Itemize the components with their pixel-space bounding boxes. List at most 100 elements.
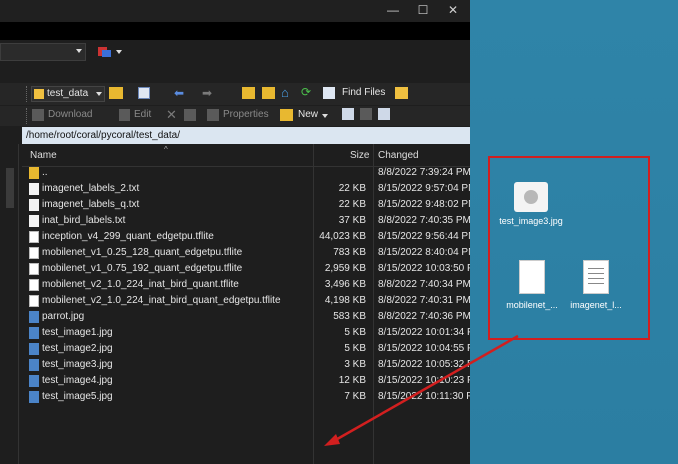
list-item[interactable]: parrot.jpg 583 KB 8/8/2022 7:40:36 PM <box>22 310 470 325</box>
file-size: 2,959 KB <box>324 263 366 274</box>
list-item[interactable]: mobilenet_v1_0.75_192_quant_edgetpu.tfli… <box>22 262 470 277</box>
home-icon[interactable]: ⌂ <box>281 85 289 100</box>
column-header-name[interactable]: Name <box>30 150 57 161</box>
open-folder-icon[interactable] <box>109 87 123 99</box>
rename-icon[interactable] <box>184 109 196 121</box>
filter-select-icon[interactable] <box>378 108 390 120</box>
unselect-icon[interactable] <box>360 108 372 120</box>
file-action-toolbar: Download Edit ✕ Properties New <box>0 106 470 126</box>
file-name: test_image5.jpg <box>42 391 113 402</box>
file-changed: 8/15/2022 9:57:04 PM <box>378 183 470 194</box>
list-item[interactable]: test_image2.jpg 5 KB 8/15/2022 10:04:55 … <box>22 342 470 357</box>
scrollbar-thumb[interactable] <box>6 168 14 208</box>
file-changed: 8/15/2022 8:40:04 PM <box>378 247 470 258</box>
file-name: inception_v4_299_quant_edgetpu.tflite <box>42 231 214 242</box>
filter-icon[interactable] <box>138 87 150 99</box>
chevron-down-icon <box>96 92 102 96</box>
column-header-changed[interactable]: Changed <box>378 150 419 161</box>
file-changed: 8/15/2022 10:04:55 PM <box>378 343 470 354</box>
file-size: 37 KB <box>338 215 366 226</box>
file-size: 5 KB <box>344 327 366 338</box>
toolbar-grip[interactable] <box>26 108 29 124</box>
new-button[interactable]: New <box>298 109 318 120</box>
select-all-icon[interactable] <box>342 108 354 120</box>
find-files-button[interactable]: Find Files <box>342 87 385 98</box>
file-name: inat_bird_labels.txt <box>42 215 126 226</box>
list-item[interactable]: imagenet_labels_2.txt 22 KB 8/15/2022 9:… <box>22 182 470 197</box>
list-item[interactable]: .. 8/8/2022 7:39:24 PM <box>22 166 470 181</box>
file-manager-window: — ☐ ✕ test_data ⬅ ➡ ⌂ ⟳ Find Files Downl… <box>0 0 470 464</box>
sync-browse-icon[interactable] <box>96 43 114 61</box>
title-bar: — ☐ ✕ <box>0 0 470 22</box>
toolbar-grip[interactable] <box>26 86 29 102</box>
properties-icon <box>207 109 219 121</box>
list-item[interactable]: inception_v4_299_quant_edgetpu.tflite 44… <box>22 230 470 245</box>
file-size: 5 KB <box>344 343 366 354</box>
text-file-icon <box>29 199 39 211</box>
file-icon <box>29 263 39 275</box>
file-size: 3,496 KB <box>324 279 366 290</box>
file-changed: 8/15/2022 10:11:30 PM <box>378 391 470 402</box>
file-name: test_image1.jpg <box>42 327 113 338</box>
bookmark-icon[interactable] <box>395 87 408 99</box>
text-file-icon <box>583 260 609 294</box>
file-size: 3 KB <box>344 359 366 370</box>
chevron-down-icon[interactable] <box>322 114 328 118</box>
top-black-area <box>0 22 470 40</box>
delete-icon[interactable]: ✕ <box>166 107 177 123</box>
file-name: .. <box>42 167 48 178</box>
image-thumbnail-icon <box>514 182 548 212</box>
folder-combo[interactable]: test_data <box>31 86 105 102</box>
list-item[interactable]: inat_bird_labels.txt 37 KB 8/8/2022 7:40… <box>22 214 470 229</box>
list-item[interactable]: mobilenet_v2_1.0_224_inat_bird_quant.tfl… <box>22 278 470 293</box>
file-changed: 8/15/2022 10:03:50 PM <box>378 263 470 274</box>
download-button[interactable]: Download <box>48 109 92 120</box>
forward-arrow-icon[interactable]: ➡ <box>202 86 212 100</box>
folder-up-icon <box>29 167 39 179</box>
find-files-icon <box>323 87 335 99</box>
desktop-icon-mobilenet[interactable]: mobilenet_... <box>498 260 566 310</box>
file-changed: 8/8/2022 7:40:35 PM <box>378 215 470 226</box>
file-changed: 8/15/2022 10:01:34 PM <box>378 327 470 338</box>
desktop-icon-label: mobilenet_... <box>506 300 558 310</box>
desktop-icon-test-image3[interactable]: test_image3.jpg <box>498 182 564 227</box>
file-size: 22 KB <box>338 199 366 210</box>
list-item[interactable]: imagenet_labels_q.txt 22 KB 8/15/2022 9:… <box>22 198 470 213</box>
sort-ascending-icon: ^ <box>164 145 168 154</box>
file-icon <box>29 231 39 243</box>
file-name: parrot.jpg <box>42 311 85 322</box>
navigation-toolbar: test_data ⬅ ➡ ⌂ ⟳ Find Files <box>0 83 470 105</box>
file-name: mobilenet_v1_0.75_192_quant_edgetpu.tfli… <box>42 263 243 274</box>
file-list: .. 8/8/2022 7:39:24 PM imagenet_labels_2… <box>22 166 470 464</box>
file-icon <box>29 295 39 307</box>
edit-button[interactable]: Edit <box>134 109 151 120</box>
back-arrow-icon[interactable]: ⬅ <box>174 86 184 100</box>
refresh-icon[interactable]: ⟳ <box>301 85 311 99</box>
minimize-button[interactable]: — <box>378 0 408 22</box>
list-item[interactable]: test_image3.jpg 3 KB 8/15/2022 10:05:32 … <box>22 358 470 373</box>
folder-combo-label: test_data <box>47 88 89 99</box>
list-item[interactable]: test_image5.jpg 7 KB 8/15/2022 10:11:30 … <box>22 390 470 405</box>
file-changed: 8/15/2022 10:10:23 PM <box>378 375 470 386</box>
remote-path-combo[interactable] <box>0 43 86 61</box>
desktop-icon-imagenet[interactable]: imagenet_l... <box>562 260 630 310</box>
properties-button[interactable]: Properties <box>223 109 269 120</box>
maximize-button[interactable]: ☐ <box>408 0 438 22</box>
list-item[interactable]: mobilenet_v2_1.0_224_inat_bird_quant_edg… <box>22 294 470 309</box>
folder-icon <box>34 89 44 99</box>
close-button[interactable]: ✕ <box>438 0 468 22</box>
file-changed: 8/15/2022 9:48:02 PM <box>378 199 470 210</box>
file-size: 7 KB <box>344 391 366 402</box>
list-item[interactable]: test_image4.jpg 12 KB 8/15/2022 10:10:23… <box>22 374 470 389</box>
column-header-size[interactable]: Size <box>350 150 369 161</box>
current-path-bar[interactable]: /home/root/coral/pycoral/test_data/ <box>22 127 470 144</box>
list-item[interactable]: mobilenet_v1_0.25_128_quant_edgetpu.tfli… <box>22 246 470 261</box>
root-directory-icon[interactable] <box>262 87 275 99</box>
chevron-down-icon[interactable] <box>116 50 122 54</box>
file-name: test_image4.jpg <box>42 375 113 386</box>
image-file-icon <box>29 343 39 355</box>
list-item[interactable]: test_image1.jpg 5 KB 8/15/2022 10:01:34 … <box>22 326 470 341</box>
file-changed: 8/8/2022 7:40:34 PM <box>378 279 470 290</box>
parent-directory-icon[interactable] <box>242 87 255 99</box>
file-size: 22 KB <box>338 183 366 194</box>
